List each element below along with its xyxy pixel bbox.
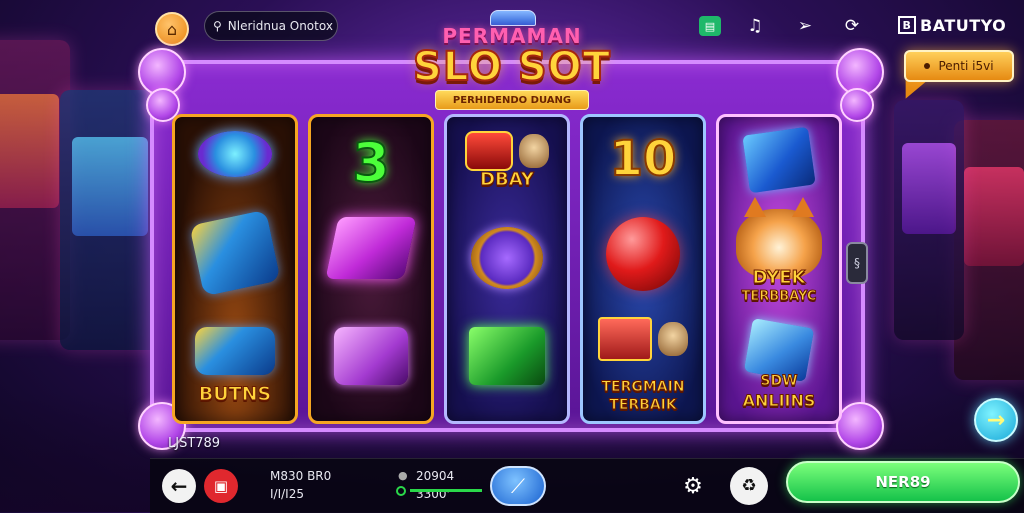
next-button[interactable]: → bbox=[974, 398, 1018, 442]
cube-2-symbol bbox=[743, 318, 815, 382]
box-critter-symbol bbox=[598, 317, 688, 361]
recycle-button[interactable]: ♻ bbox=[730, 467, 768, 505]
chat-icon: ▤ bbox=[699, 16, 721, 36]
reel-5-mid-label-line1: DYEK bbox=[752, 267, 806, 289]
play-button[interactable]: NER89 bbox=[786, 461, 1020, 503]
reel-5-mid-label-line2: TERBBAYC bbox=[741, 289, 817, 305]
number-3-symbol: 3 bbox=[351, 130, 391, 195]
reel-1-label: BUTNS bbox=[198, 383, 272, 406]
paper-plane-icon: ➢ bbox=[797, 16, 813, 36]
home-icon: ⌂ bbox=[166, 19, 178, 39]
chest-symbol bbox=[195, 327, 275, 375]
stat-b-value1: 20904 bbox=[416, 469, 455, 483]
bet-progress-bar bbox=[410, 489, 482, 492]
back-button[interactable]: ← bbox=[162, 469, 196, 503]
arcade-cabinet bbox=[60, 90, 160, 350]
brand-logo[interactable]: B BATUTYO bbox=[898, 12, 1006, 38]
reel-4[interactable]: 10 TERGMAIN TERBAIK bbox=[580, 114, 706, 424]
search-input[interactable]: ⚲ Nleridnua Onotox bbox=[204, 11, 338, 41]
promo-dot-icon bbox=[924, 63, 931, 69]
reel-5-bottom-label-line2: ANLIINS bbox=[742, 391, 816, 411]
arcade-cabinet bbox=[894, 100, 964, 340]
reel-5[interactable]: DYEK TERBBAYC SDW ANLIINS bbox=[716, 114, 842, 424]
ball-symbol bbox=[606, 217, 680, 291]
search-placeholder: Nleridnua Onotox bbox=[227, 19, 333, 33]
stat-b-value2: 3300' bbox=[416, 487, 450, 501]
chat-button[interactable]: ▤ bbox=[696, 12, 724, 40]
lever-handle[interactable]: § bbox=[846, 242, 868, 284]
reel-4-label-line1: TERGMAIN bbox=[601, 379, 685, 396]
title-ribbon: PERHIDENDO DUANG bbox=[435, 90, 589, 110]
back-arrow-icon: ← bbox=[170, 474, 188, 498]
number-3-text: 3 bbox=[351, 130, 391, 195]
number-10-symbol: 10 bbox=[609, 130, 678, 188]
arrow-right-icon: → bbox=[986, 407, 1006, 433]
arcade-cabinet bbox=[954, 120, 1024, 380]
promo-tag[interactable]: Penti i5vi bbox=[904, 50, 1014, 82]
frame-ornament bbox=[840, 88, 874, 122]
reel-2[interactable]: 3 bbox=[308, 114, 434, 424]
disc-symbol bbox=[198, 131, 272, 177]
lever-icon: § bbox=[854, 256, 860, 270]
cylinder-symbol bbox=[189, 209, 281, 297]
title-line2: SLO SOT bbox=[412, 43, 611, 91]
gem-symbol bbox=[325, 217, 417, 279]
bet-stats: 20904 3300' bbox=[398, 467, 454, 503]
reel-3[interactable]: DBAY bbox=[444, 114, 570, 424]
reel-1[interactable]: BUTNS bbox=[172, 114, 298, 424]
crate-symbol bbox=[469, 327, 545, 385]
promo-label: Penti i5vi bbox=[938, 59, 994, 73]
bag-symbol bbox=[334, 327, 408, 385]
reel-4-label-line2: TERBAIK bbox=[609, 397, 677, 414]
brand-mark-icon: B bbox=[898, 16, 916, 34]
home-button[interactable]: ⌂ bbox=[155, 12, 189, 46]
share-button[interactable]: ➢ bbox=[791, 12, 819, 40]
spin-icon: ⟋ bbox=[511, 474, 525, 498]
number-10-text: 10 bbox=[609, 130, 678, 188]
loop-icon: ⟳ bbox=[844, 16, 860, 36]
refresh-button[interactable]: ⟳ bbox=[838, 12, 866, 40]
gear-icon: ⚙ bbox=[683, 473, 703, 499]
drum-critter-symbol bbox=[465, 131, 549, 171]
spin-button[interactable]: ⟋ bbox=[490, 466, 546, 506]
reel-5-bottom-label-line1: SDW bbox=[760, 373, 798, 390]
pot-symbol bbox=[471, 227, 543, 289]
settings-button[interactable]: ⚙ bbox=[678, 471, 708, 501]
brand-label: BATUTYO bbox=[920, 15, 1007, 35]
frame-ornament bbox=[836, 402, 884, 450]
app-button[interactable]: ▣ bbox=[204, 469, 238, 503]
bottom-bar: ← ▣ M830 BR0 I/I/I25 ● 20904 3300' ⟋ ⚙ ♻… bbox=[150, 458, 1024, 513]
bell-icon: ♫ bbox=[747, 16, 763, 36]
balance-stats: M830 BR0 I/I/I25 bbox=[270, 467, 331, 503]
reels-grid: BUTNS 3 DBAY 10 TERGMAIN TERBAIK DYEK TE… bbox=[172, 114, 842, 424]
app-icon: ▣ bbox=[213, 477, 229, 495]
cube-symbol bbox=[742, 126, 816, 194]
player-tag: LJST789 bbox=[168, 436, 221, 451]
stat-a-line1: M830 BR0 bbox=[270, 469, 332, 483]
recycle-icon: ♻ bbox=[741, 476, 757, 496]
reel-3-label: DBAY bbox=[480, 169, 535, 191]
stat-a-line2: I/I/I25 bbox=[270, 487, 304, 501]
search-icon: ⚲ bbox=[213, 19, 222, 33]
game-title: PERMAMAN SLO SOT PERHIDENDO DUANG bbox=[390, 6, 634, 110]
notifications-button[interactable]: ♫ bbox=[741, 12, 769, 40]
